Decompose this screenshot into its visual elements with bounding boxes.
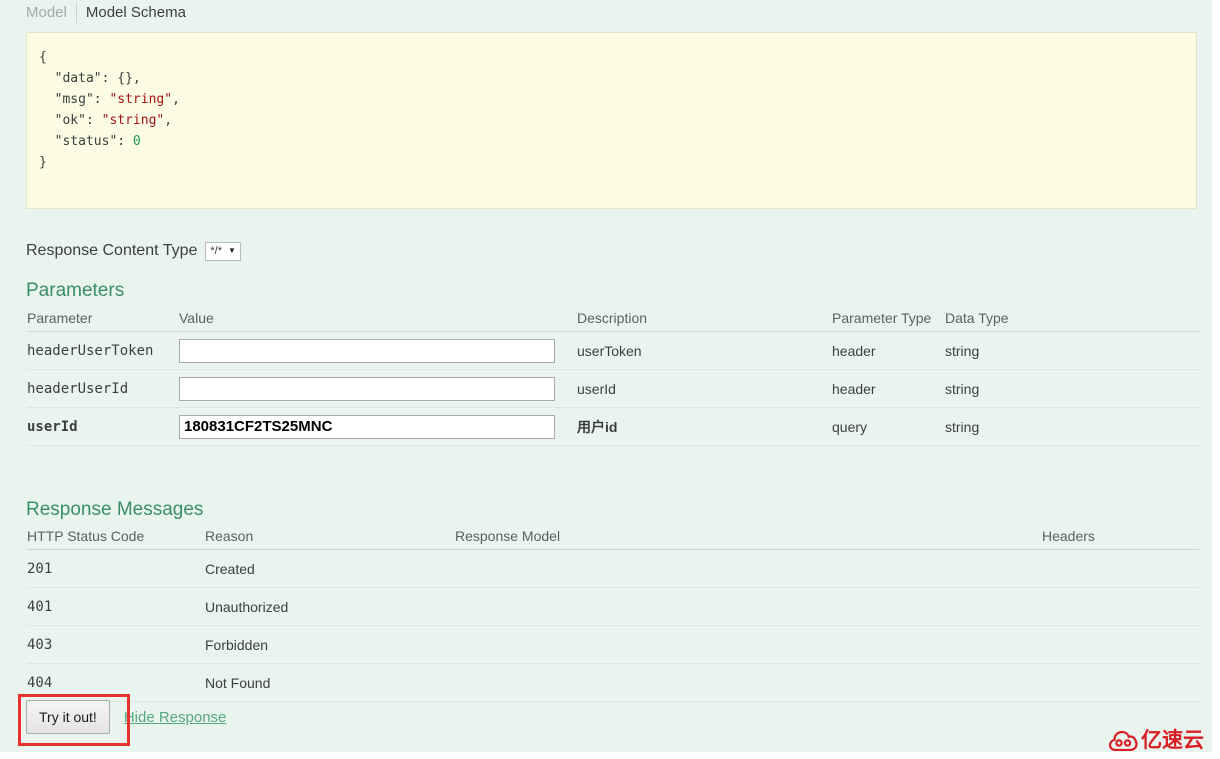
table-row: 401 Unauthorized [27, 587, 1199, 626]
status-response-model [455, 663, 1042, 702]
status-reason: Not Found [205, 663, 455, 702]
schema-code: { "data": {}, "msg": "string", "ok": "st… [27, 33, 1196, 173]
schema-line: "ok": "string", [39, 113, 173, 128]
status-reason: Created [205, 549, 455, 588]
tab-model-schema[interactable]: Model Schema [75, 3, 195, 23]
parameter-name: userId [27, 407, 179, 446]
operation-actions: Try it out! Hide Response [26, 700, 226, 734]
status-code: 201 [27, 549, 205, 588]
schema-line: "data": {}, [39, 71, 141, 86]
try-it-out-button[interactable]: Try it out! [26, 700, 110, 734]
table-row: 403 Forbidden [27, 625, 1199, 664]
response-messages-table: HTTP Status Code Reason Response Model H… [27, 524, 1199, 702]
status-response-model [455, 549, 1042, 588]
parameters-table: Parameter Value Description Parameter Ty… [27, 306, 1199, 446]
status-headers [1042, 663, 1199, 702]
table-row: headerUserId userId header string [27, 369, 1199, 408]
headerUserId-input[interactable] [179, 376, 555, 401]
status-reason: Forbidden [205, 625, 455, 664]
parameter-description: userToken [577, 331, 832, 370]
schema-line: } [39, 155, 47, 170]
parameter-name: headerUserId [27, 369, 179, 408]
col-description: Description [577, 306, 832, 332]
status-code: 403 [27, 625, 205, 664]
watermark: 亿速云 [1108, 729, 1204, 751]
schema-line: { [39, 50, 47, 65]
parameter-data-type: string [945, 369, 1199, 408]
cloud-logo-icon [1108, 730, 1138, 751]
parameter-value-cell [179, 407, 577, 446]
col-response-model: Response Model [455, 524, 1042, 550]
col-data-type: Data Type [945, 306, 1199, 332]
parameter-value-cell [179, 369, 577, 408]
hide-response-link[interactable]: Hide Response [124, 709, 227, 726]
parameter-type: header [832, 331, 945, 370]
status-code: 404 [27, 663, 205, 702]
userId-input[interactable] [179, 414, 555, 439]
model-schema-box: { "data": {}, "msg": "string", "ok": "st… [26, 32, 1197, 209]
col-http-status-code: HTTP Status Code [27, 524, 205, 550]
response-content-type-row: Response Content Type */* ▼ [26, 240, 241, 262]
headerUserToken-input[interactable] [179, 338, 555, 363]
swagger-operation-panel: Model Model Schema { "data": {}, "msg": … [0, 0, 1212, 752]
response-messages-header-row: HTTP Status Code Reason Response Model H… [27, 524, 1199, 550]
col-parameter: Parameter [27, 306, 179, 332]
table-row: userId 用户id query string [27, 407, 1199, 446]
parameter-description: 用户id [577, 407, 832, 446]
status-headers [1042, 549, 1199, 588]
col-value: Value [179, 306, 577, 332]
status-response-model [455, 587, 1042, 626]
col-parameter-type: Parameter Type [832, 306, 945, 332]
parameter-value-cell [179, 331, 577, 370]
col-reason: Reason [205, 524, 455, 550]
tab-model[interactable]: Model [26, 3, 76, 23]
response-content-type-select[interactable]: */* ▼ [205, 241, 241, 261]
parameter-type: header [832, 369, 945, 408]
watermark-text: 亿速云 [1141, 728, 1204, 752]
status-response-model [455, 625, 1042, 664]
parameter-description: userId [577, 369, 832, 408]
model-tabs: Model Model Schema [26, 2, 195, 24]
status-reason: Unauthorized [205, 587, 455, 626]
chevron-down-icon: ▼ [228, 246, 236, 255]
table-row: headerUserToken userToken header string [27, 331, 1199, 370]
parameter-name: headerUserToken [27, 331, 179, 370]
status-code: 401 [27, 587, 205, 626]
parameters-header-row: Parameter Value Description Parameter Ty… [27, 306, 1199, 332]
parameter-type: query [832, 407, 945, 446]
parameters-heading: Parameters [26, 280, 125, 301]
response-messages-heading: Response Messages [26, 499, 204, 520]
schema-line: "status": 0 [39, 134, 141, 149]
parameter-data-type: string [945, 407, 1199, 446]
response-content-type-value: */* [210, 245, 222, 257]
response-content-type-label: Response Content Type [26, 242, 198, 259]
parameter-data-type: string [945, 331, 1199, 370]
table-row: 404 Not Found [27, 663, 1199, 702]
status-headers [1042, 587, 1199, 626]
status-headers [1042, 625, 1199, 664]
table-row: 201 Created [27, 549, 1199, 588]
col-headers: Headers [1042, 524, 1199, 550]
schema-line: "msg": "string", [39, 92, 180, 107]
